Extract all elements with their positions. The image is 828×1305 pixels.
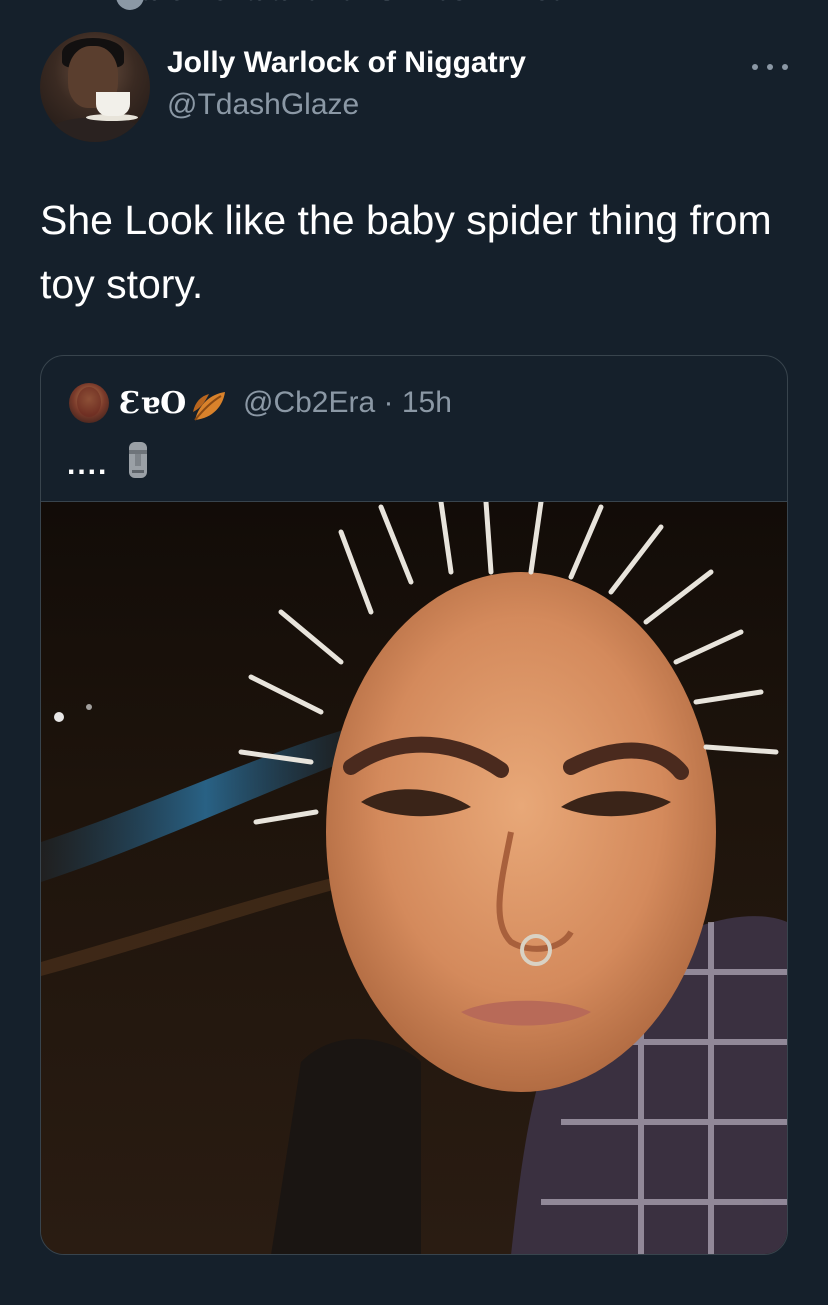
quoted-author-name: ƐɐO [119, 386, 187, 421]
quoted-tweet-card[interactable]: ƐɐO @Cb2Era · 15h .... [40, 355, 788, 1255]
quoted-handle-time: @Cb2Era · 15h [243, 386, 452, 419]
author-avatar[interactable] [40, 32, 150, 142]
moai-emoji [129, 442, 147, 478]
quoted-tweet-photo[interactable] [41, 501, 787, 1254]
liked-context[interactable]: Claremelia and Idris Elbow liked [110, 0, 568, 8]
quoted-tweet-text: .... [67, 448, 109, 481]
leaf-emoji [193, 392, 225, 421]
quoted-author-avatar [69, 383, 109, 423]
tweet-screen: Claremelia and Idris Elbow liked Jolly W… [0, 0, 828, 1305]
tweet-text: She Look like the baby spider thing from… [40, 197, 772, 307]
author-display-name[interactable]: Jolly Warlock of Niggatry [167, 46, 526, 80]
more-horizontal-icon[interactable] [752, 56, 788, 78]
author-handle[interactable]: @TdashGlaze [167, 88, 359, 122]
photo-illustration [41, 502, 787, 1254]
liked-context-text: Claremelia and Idris Elbow liked [110, 0, 568, 8]
